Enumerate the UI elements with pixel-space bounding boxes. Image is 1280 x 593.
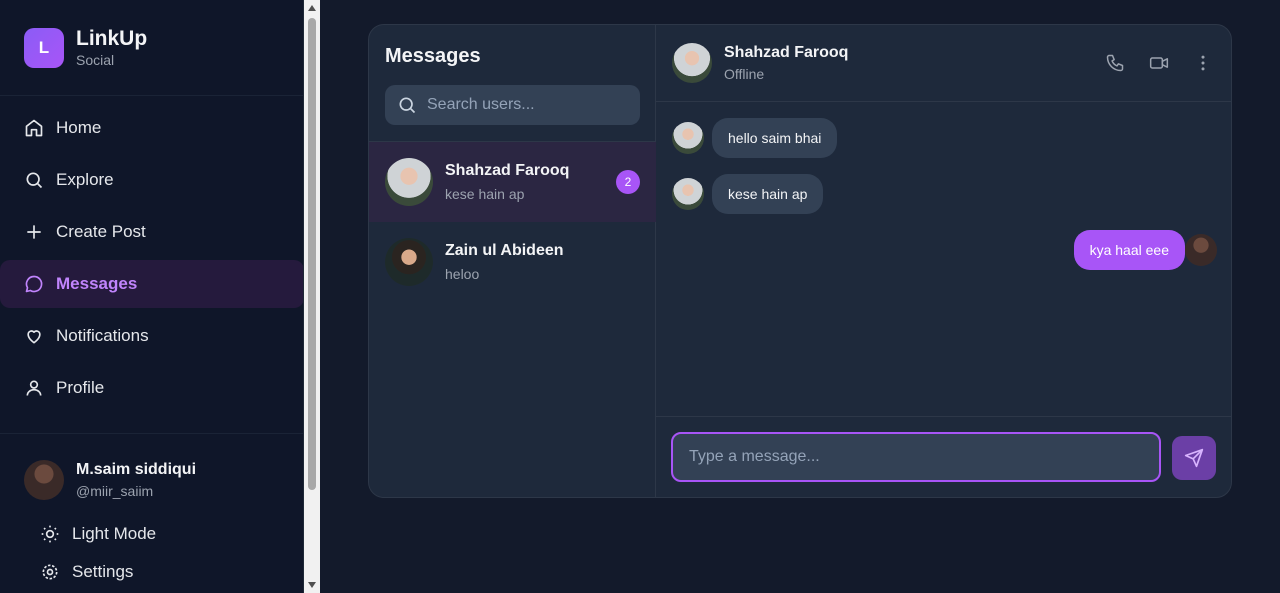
nav-label-notifications: Notifications: [56, 326, 149, 345]
user-area: M.saim siddiqui @miir_saiim Light Mode S…: [0, 433, 303, 582]
send-icon: [1184, 448, 1204, 468]
chat-header: Shahzad Farooq Offline: [656, 25, 1231, 102]
brand[interactable]: L LinkUp Social: [0, 0, 303, 96]
sidebar-scrollbar[interactable]: [304, 0, 320, 593]
brand-name: LinkUp: [76, 26, 148, 50]
light-mode-toggle[interactable]: Light Mode: [0, 500, 303, 544]
message-bubble: kese hain ap: [712, 174, 824, 214]
settings-item[interactable]: Settings: [0, 544, 303, 582]
scroll-down-arrow-icon[interactable]: [308, 582, 316, 588]
message-incoming: hello saim bhai: [672, 118, 838, 158]
nav-item-profile[interactable]: Profile: [0, 364, 303, 412]
current-user-name: M.saim siddiqui: [76, 461, 197, 478]
scroll-up-arrow-icon[interactable]: [308, 5, 316, 11]
nav-item-create-post[interactable]: Create Post: [0, 208, 303, 256]
unread-badge: 2: [616, 170, 640, 194]
conversation-item[interactable]: Zain ul Abideen heloo: [369, 222, 656, 302]
nav-item-notifications[interactable]: Notifications: [0, 312, 303, 360]
message-input[interactable]: [671, 432, 1161, 482]
video-call-button[interactable]: [1149, 53, 1169, 73]
message-list: hello saim bhai kese hain ap kya haal ee…: [656, 102, 1231, 416]
current-user[interactable]: M.saim siddiqui @miir_saiim: [0, 434, 303, 500]
sun-icon: [40, 524, 60, 544]
message-bubble: hello saim bhai: [712, 118, 838, 158]
phone-call-button[interactable]: [1105, 53, 1125, 73]
chat-contact-status: Offline: [724, 66, 765, 82]
avatar: [24, 460, 64, 500]
conversation-last-message: heloo: [445, 266, 480, 282]
phone-icon: [1105, 53, 1125, 73]
message-bubble: kya haal eee: [1073, 230, 1185, 270]
user-icon: [24, 378, 44, 398]
scroll-thumb[interactable]: [308, 18, 316, 490]
main-nav: Home Explore Create Post Messages Notifi…: [0, 96, 303, 420]
message-composer: [656, 416, 1231, 497]
more-vertical-icon: [1193, 53, 1213, 73]
conversation-item[interactable]: Shahzad Farooq kese hain ap 2: [369, 142, 656, 222]
sidebar: L LinkUp Social Home Explore Create Post: [0, 0, 304, 593]
nav-item-home[interactable]: Home: [0, 104, 303, 152]
settings-label: Settings: [72, 562, 134, 581]
nav-label-home: Home: [56, 118, 102, 137]
chat-window: Shahzad Farooq Offline hello saim bhai k…: [656, 25, 1231, 497]
messages-panel: Messages Shahzad Farooq kese hain ap 2 Z…: [368, 24, 1232, 498]
brand-subtitle: Social: [76, 51, 115, 68]
chat-contact-name[interactable]: Shahzad Farooq: [724, 44, 848, 62]
message-incoming: kese hain ap: [672, 174, 824, 214]
current-user-handle: @miir_saiim: [76, 483, 154, 499]
home-icon: [24, 118, 44, 138]
nav-label-explore: Explore: [56, 170, 114, 189]
more-options-button[interactable]: [1193, 53, 1213, 73]
nav-label-profile: Profile: [56, 378, 105, 397]
avatar: [385, 158, 433, 206]
plus-icon: [24, 222, 44, 242]
avatar: [1185, 234, 1217, 266]
avatar[interactable]: [672, 43, 712, 83]
avatar: [672, 178, 704, 210]
message-outgoing: kya haal eee: [1073, 230, 1217, 270]
video-camera-icon: [1149, 53, 1169, 73]
conversation-last-message: kese hain ap: [445, 186, 525, 202]
chat-icon: [24, 274, 44, 294]
send-button[interactable]: [1172, 436, 1216, 480]
heart-icon: [24, 326, 44, 346]
page-title: Messages: [385, 45, 481, 67]
search-input[interactable]: [427, 96, 627, 114]
gear-icon: [40, 562, 60, 582]
nav-label-create-post: Create Post: [56, 222, 146, 241]
conversation-list: Messages Shahzad Farooq kese hain ap 2 Z…: [369, 25, 656, 497]
light-mode-label: Light Mode: [72, 524, 157, 543]
nav-item-messages[interactable]: Messages: [0, 260, 303, 308]
conversation-name: Shahzad Farooq: [445, 162, 570, 179]
conversation-name: Zain ul Abideen: [445, 242, 564, 259]
nav-item-explore[interactable]: Explore: [0, 156, 303, 204]
avatar: [385, 238, 433, 286]
search-icon: [24, 170, 44, 190]
avatar: [672, 122, 704, 154]
nav-label-messages: Messages: [56, 274, 138, 293]
search-icon: [397, 95, 417, 115]
search-box[interactable]: [385, 85, 640, 125]
brand-logo: L: [24, 27, 64, 68]
